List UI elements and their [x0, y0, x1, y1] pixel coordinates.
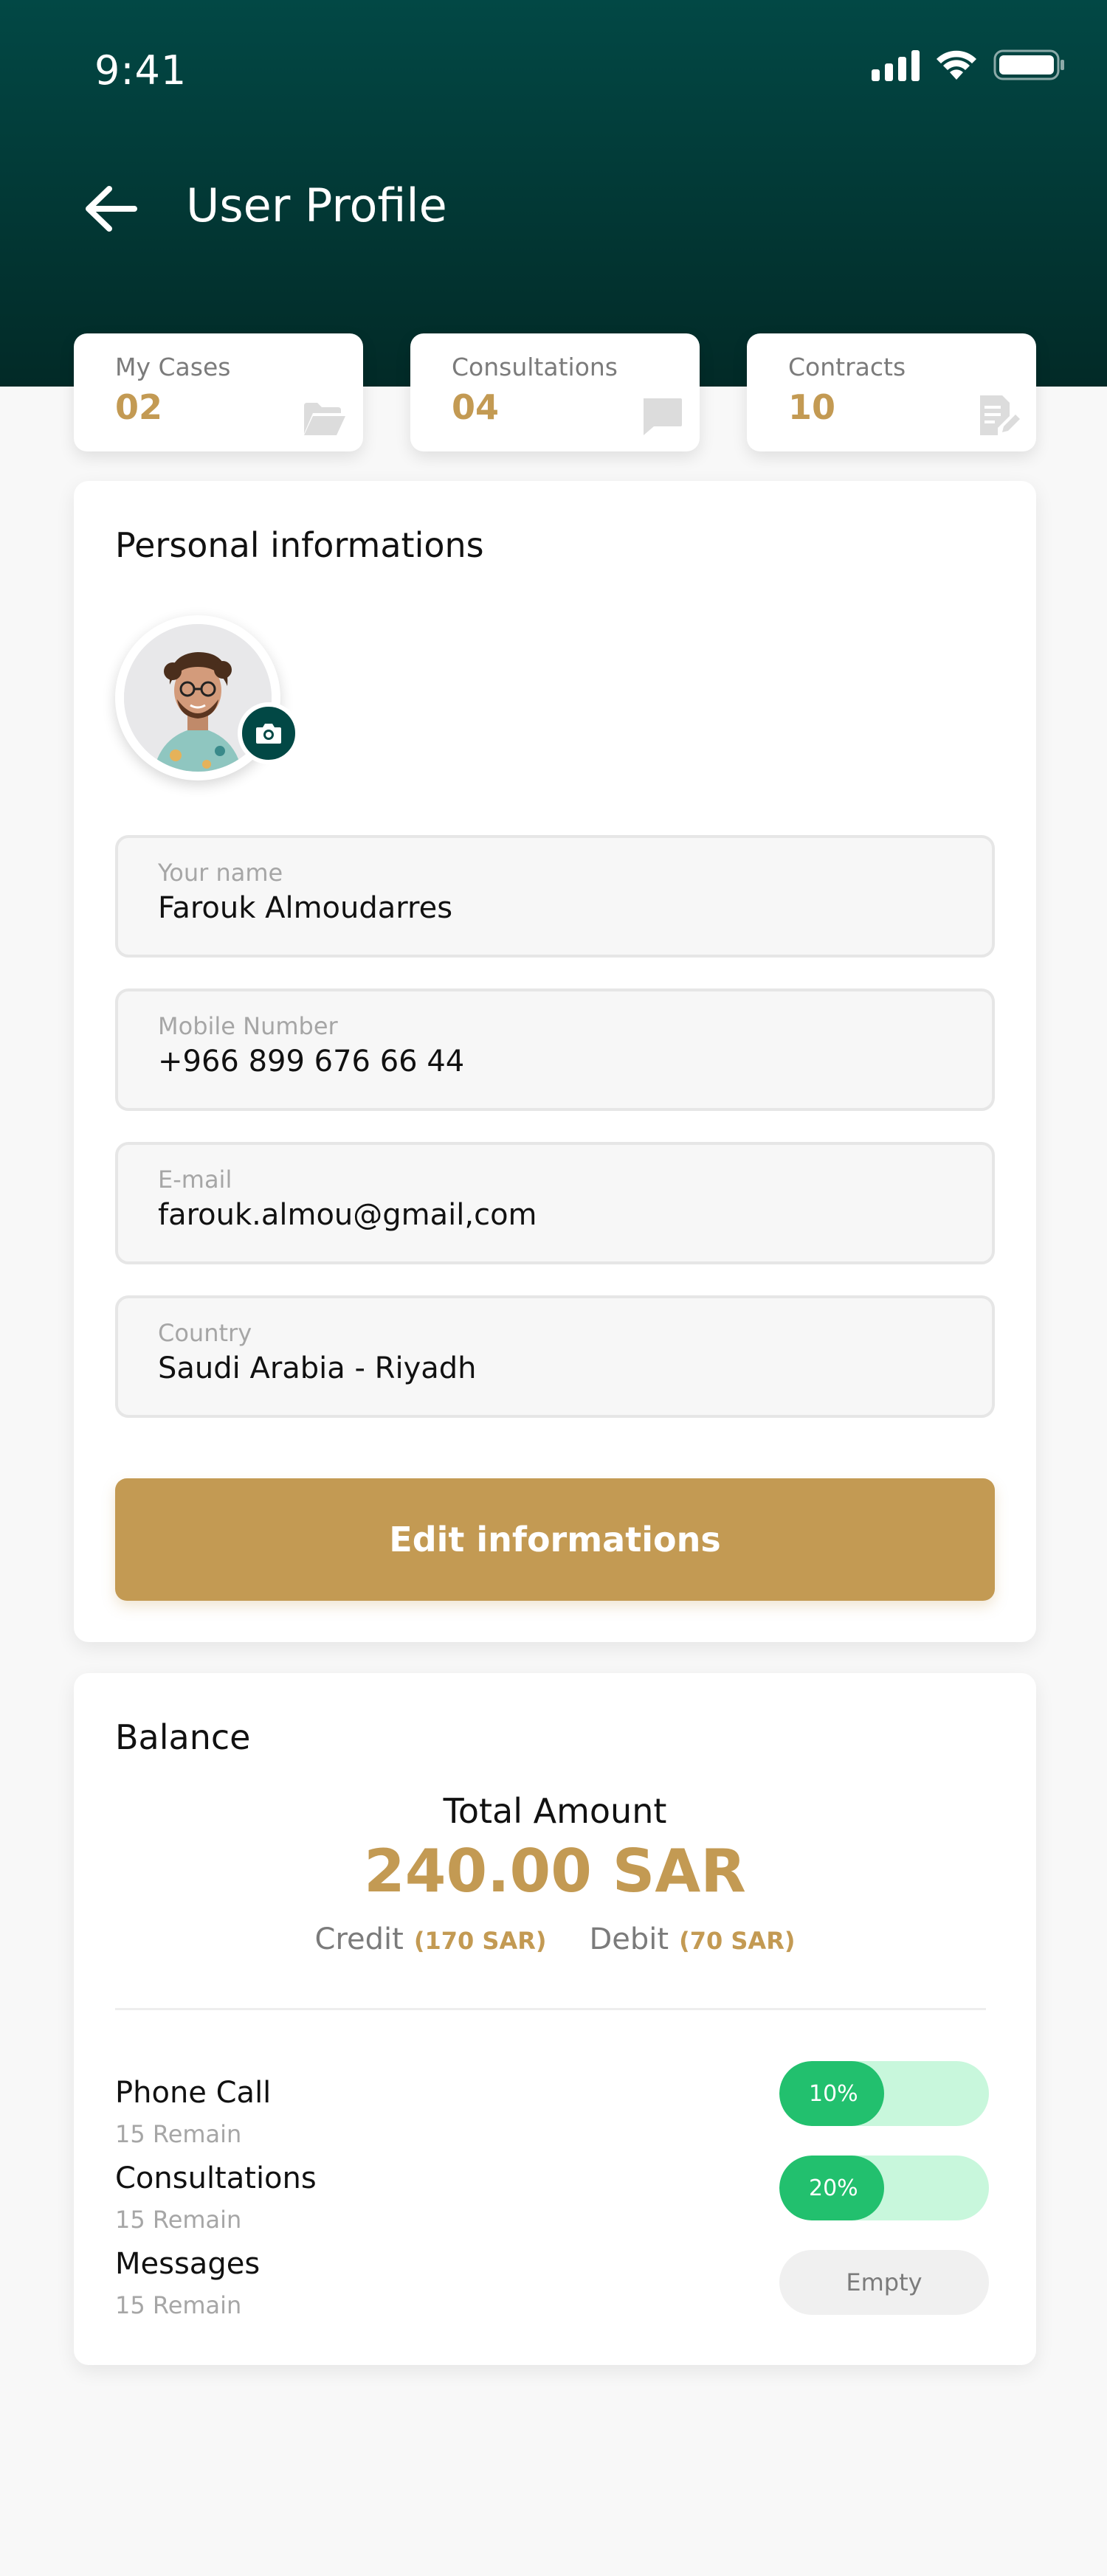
status-icons [872, 49, 1066, 81]
section-title: Personal informations [115, 525, 484, 565]
credit-amount: (170 SAR) [413, 1927, 547, 1955]
edit-informations-button[interactable]: Edit informations [115, 1478, 995, 1601]
mobile-number-field[interactable]: Mobile Number +966 899 676 66 44 [115, 988, 995, 1111]
usage-remain: 15 Remain [115, 2291, 242, 2319]
stat-card-my-cases[interactable]: My Cases 02 [74, 333, 363, 451]
country-field[interactable]: Country Saudi Arabia - Riyadh [115, 1295, 995, 1418]
section-title: Balance [115, 1717, 251, 1757]
chat-icon [644, 398, 682, 435]
change-photo-button[interactable] [238, 702, 300, 764]
wifi-icon [937, 50, 976, 80]
back-arrow-icon[interactable] [83, 184, 137, 233]
document-edit-icon [980, 395, 1020, 435]
stat-label: Contracts [788, 353, 906, 381]
total-amount-value: 240.00 SAR [364, 1837, 746, 1905]
credit-debit-row: Credit (170 SAR) Debit (70 SAR) [74, 1922, 1036, 1956]
consultations-progress: 20% [779, 2156, 989, 2220]
phone-call-progress: 10% [779, 2061, 989, 2126]
usage-title-phone-call: Phone Call [115, 2076, 272, 2110]
field-label: E-mail [158, 1166, 232, 1194]
divider [115, 2008, 986, 2010]
total-amount-label: Total Amount [443, 1791, 667, 1831]
field-value[interactable]: farouk.almou@gmail,com [158, 1198, 992, 1232]
field-label: Mobile Number [158, 1012, 338, 1040]
progress-fill: 20% [779, 2156, 884, 2220]
stat-label: Consultations [452, 353, 618, 381]
debit-amount: (70 SAR) [679, 1927, 796, 1955]
field-value[interactable]: Saudi Arabia - Riyadh [158, 1351, 992, 1385]
cellular-signal-icon [872, 49, 920, 81]
usage-remain: 15 Remain [115, 2120, 242, 2148]
folder-icon [304, 403, 345, 435]
stat-label: My Cases [115, 353, 231, 381]
name-field[interactable]: Your name Farouk Almoudarres [115, 835, 995, 958]
usage-remain: 15 Remain [115, 2206, 242, 2234]
messages-progress-empty: Empty [779, 2250, 989, 2315]
usage-title-consultations: Consultations [115, 2161, 317, 2195]
usage-title-messages: Messages [115, 2247, 261, 2281]
balance-card: Balance Total Amount 240.00 SAR Credit (… [74, 1673, 1036, 2365]
progress-fill: 10% [779, 2061, 884, 2126]
credit-label: Credit [314, 1922, 404, 1956]
personal-info-card: Personal informations Your name Farouk A… [74, 481, 1036, 1642]
field-label: Country [158, 1319, 252, 1347]
app-header: 9:41 User Profile [0, 0, 1107, 387]
battery-icon [993, 49, 1064, 80]
field-value[interactable]: +966 899 676 66 44 [158, 1045, 992, 1078]
email-field[interactable]: E-mail farouk.almou@gmail,com [115, 1142, 995, 1264]
stat-card-contracts[interactable]: Contracts 10 [747, 333, 1036, 451]
field-label: Your name [158, 859, 283, 887]
page-title: User Profile [186, 179, 447, 232]
camera-icon [256, 724, 281, 744]
field-value[interactable]: Farouk Almoudarres [158, 891, 992, 925]
status-time: 9:41 [94, 47, 187, 94]
debit-label: Debit [589, 1922, 669, 1956]
stat-card-consultations[interactable]: Consultations 04 [410, 333, 700, 451]
